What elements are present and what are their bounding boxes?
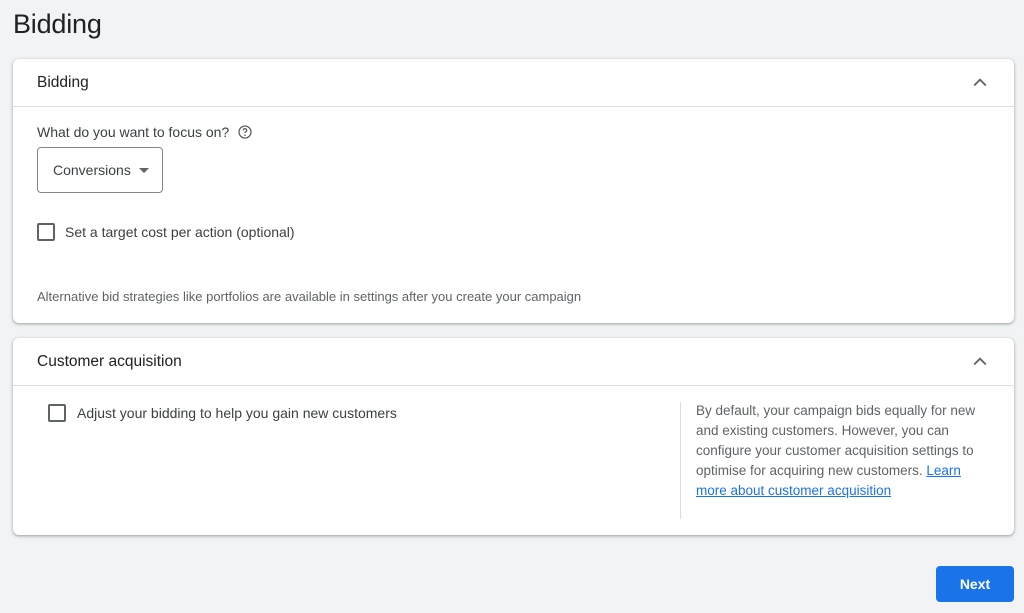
vertical-divider: [680, 402, 681, 519]
customer-acquisition-card: Customer acquisition Adjust your bidding…: [13, 338, 1014, 535]
new-customers-checkbox[interactable]: [48, 404, 66, 422]
help-circle-icon[interactable]: [237, 124, 253, 140]
bidding-card: Bidding What do you want to focus on? Co…: [13, 59, 1014, 323]
new-customers-label: Adjust your bidding to help you gain new…: [77, 405, 397, 421]
acquisition-info: By default, your campaign bids equally f…: [696, 401, 981, 501]
chevron-up-icon[interactable]: [970, 73, 990, 93]
bid-strategy-note: Alternative bid strategies like portfoli…: [37, 289, 582, 304]
bidding-card-body: What do you want to focus on? Conversion…: [13, 107, 1014, 322]
focus-select[interactable]: Conversions: [37, 147, 163, 193]
page-title: Bidding: [13, 9, 102, 39]
customer-acquisition-header[interactable]: Customer acquisition: [13, 338, 1014, 386]
caret-down-icon: [138, 167, 149, 173]
focus-select-value: Conversions: [53, 162, 131, 178]
new-customers-option[interactable]: Adjust your bidding to help you gain new…: [48, 404, 397, 422]
target-cpa-checkbox[interactable]: [37, 223, 55, 241]
chevron-up-icon[interactable]: [970, 352, 990, 372]
customer-acquisition-body: Adjust your bidding to help you gain new…: [13, 386, 1014, 534]
focus-question: What do you want to focus on?: [37, 124, 253, 140]
customer-acquisition-title: Customer acquisition: [37, 352, 182, 370]
next-button[interactable]: Next: [936, 566, 1014, 602]
focus-label: What do you want to focus on?: [37, 124, 230, 140]
target-cpa-option[interactable]: Set a target cost per action (optional): [37, 223, 295, 241]
bidding-card-title: Bidding: [37, 73, 89, 91]
target-cpa-label: Set a target cost per action (optional): [65, 224, 295, 240]
bidding-card-header[interactable]: Bidding: [13, 59, 1014, 107]
